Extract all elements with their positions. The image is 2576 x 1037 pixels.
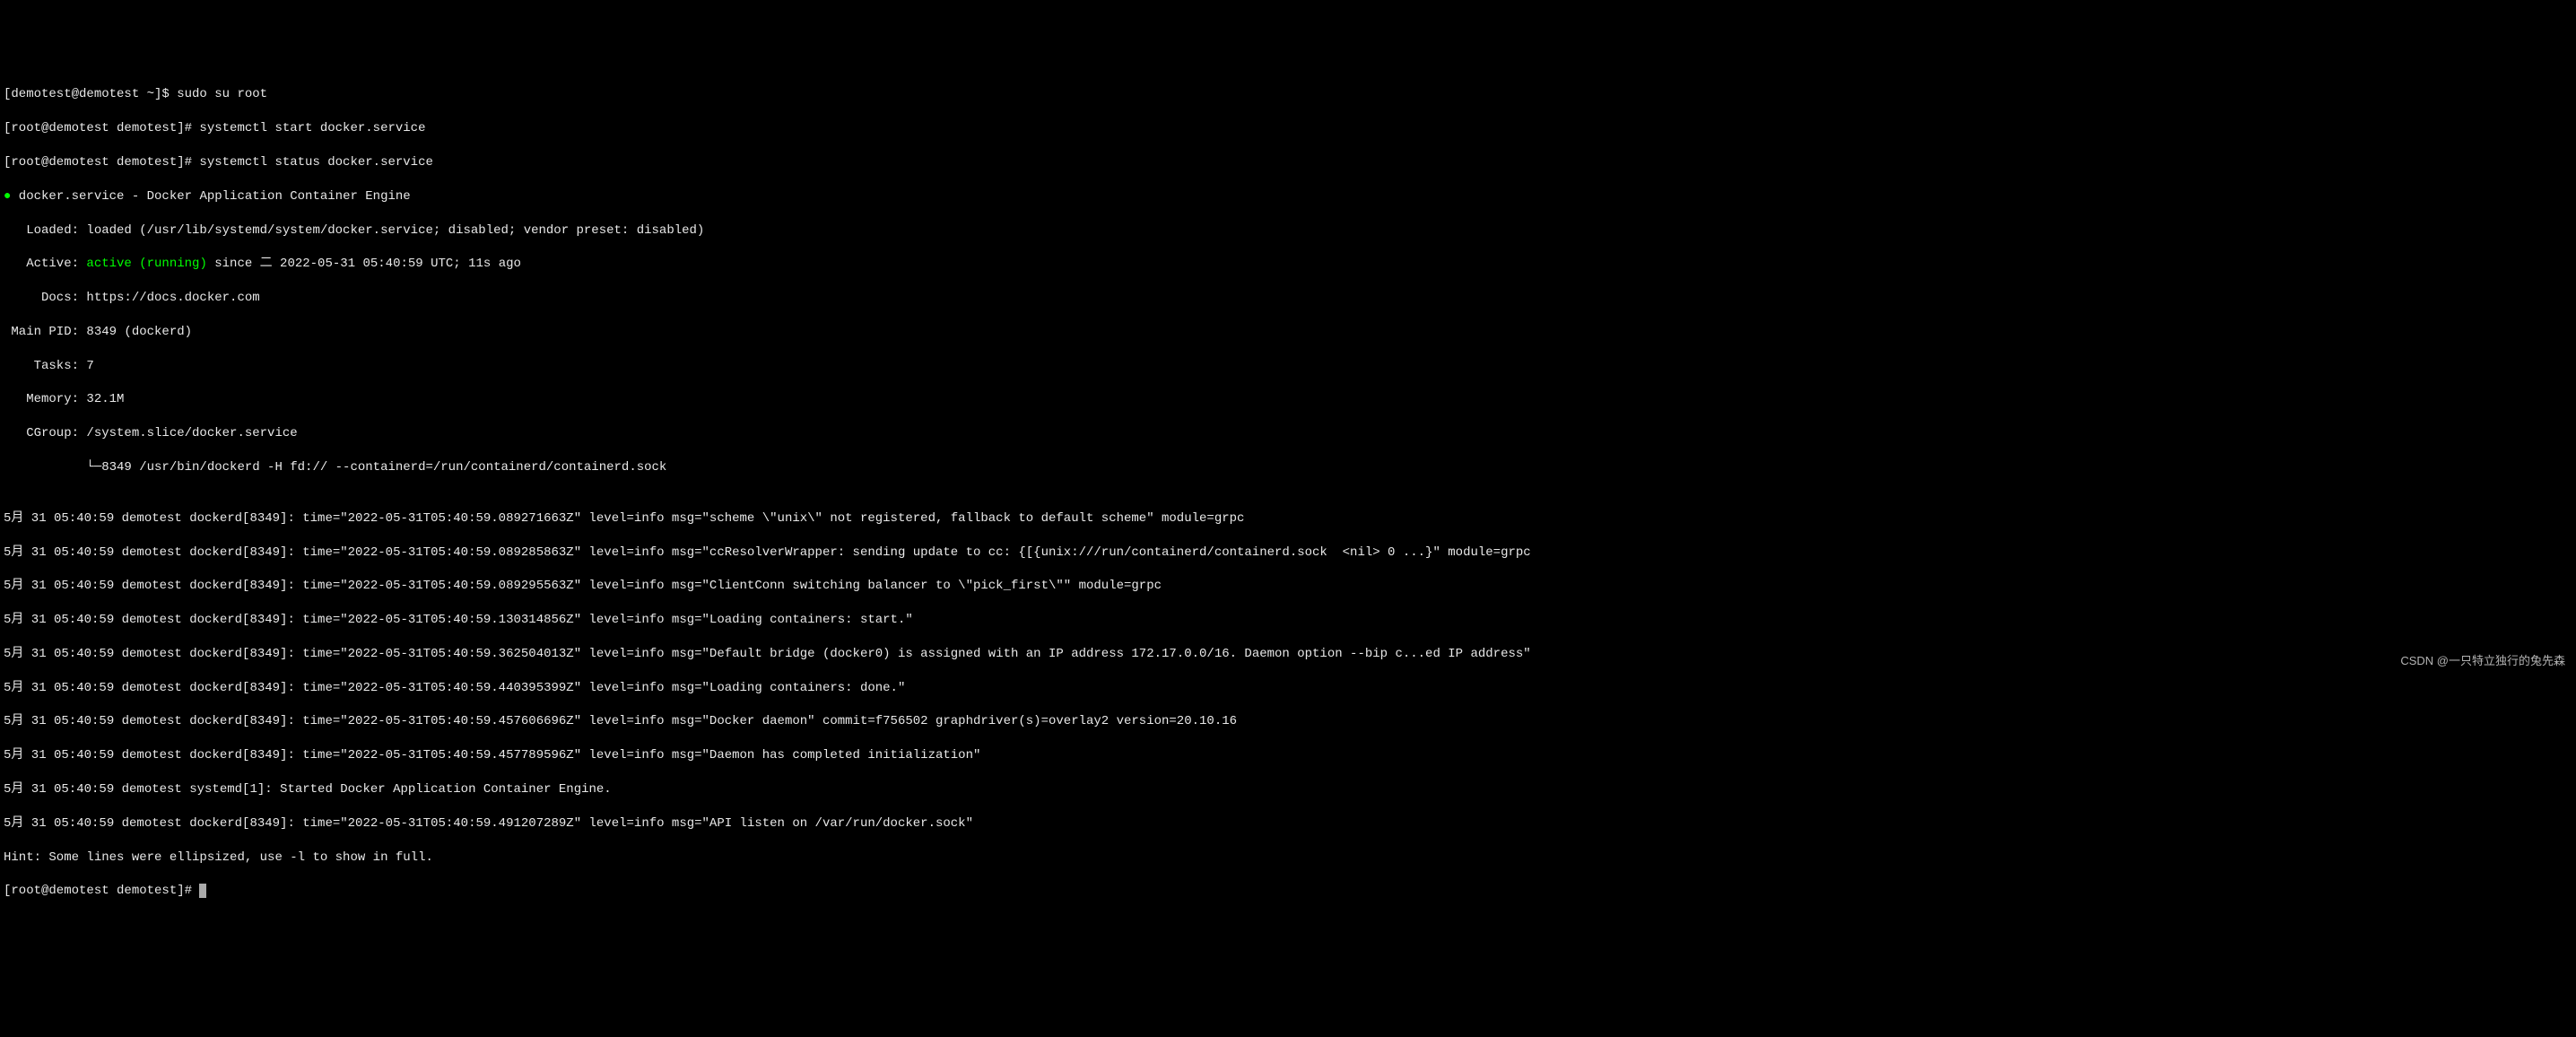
hint-line: Hint: Some lines were ellipsized, use -l… xyxy=(4,850,2572,867)
status-header-line: ● docker.service - Docker Application Co… xyxy=(4,188,2572,205)
log-line: 5月 31 05:40:59 demotest dockerd[8349]: t… xyxy=(4,815,2572,832)
status-pid-line: Main PID: 8349 (dockerd) xyxy=(4,324,2572,341)
log-line: 5月 31 05:40:59 demotest dockerd[8349]: t… xyxy=(4,680,2572,697)
prompt-line: [root@demotest demotest]# xyxy=(4,883,2572,900)
active-since-text: since 二 2022-05-31 05:40:59 UTC; 11s ago xyxy=(207,257,521,271)
watermark-text: CSDN @一只特立独行的兔先森 xyxy=(2400,653,2565,669)
status-docs-line: Docs: https://docs.docker.com xyxy=(4,290,2572,307)
cursor-icon xyxy=(199,884,206,898)
active-status-text: active (running) xyxy=(86,257,206,271)
active-label: Active: xyxy=(4,257,86,271)
prompt-line: [demotest@demotest ~]$ sudo su root xyxy=(4,86,2572,103)
status-active-line: Active: active (running) since 二 2022-05… xyxy=(4,256,2572,273)
terminal-output[interactable]: [demotest@demotest ~]$ sudo su root [roo… xyxy=(4,70,2572,918)
status-process-line: └─8349 /usr/bin/dockerd -H fd:// --conta… xyxy=(4,459,2572,476)
status-cgroup-line: CGroup: /system.slice/docker.service xyxy=(4,425,2572,442)
log-line: 5月 31 05:40:59 demotest systemd[1]: Star… xyxy=(4,781,2572,798)
log-line: 5月 31 05:40:59 demotest dockerd[8349]: t… xyxy=(4,646,2572,663)
command-line: [root@demotest demotest]# systemctl star… xyxy=(4,120,2572,137)
status-loaded-line: Loaded: loaded (/usr/lib/systemd/system/… xyxy=(4,222,2572,240)
status-tasks-line: Tasks: 7 xyxy=(4,358,2572,375)
log-line: 5月 31 05:40:59 demotest dockerd[8349]: t… xyxy=(4,713,2572,730)
status-memory-line: Memory: 32.1M xyxy=(4,391,2572,408)
log-line: 5月 31 05:40:59 demotest dockerd[8349]: t… xyxy=(4,545,2572,562)
log-line: 5月 31 05:40:59 demotest dockerd[8349]: t… xyxy=(4,747,2572,764)
command-line: [root@demotest demotest]# systemctl stat… xyxy=(4,154,2572,171)
log-line: 5月 31 05:40:59 demotest dockerd[8349]: t… xyxy=(4,510,2572,527)
log-line: 5月 31 05:40:59 demotest dockerd[8349]: t… xyxy=(4,578,2572,595)
prompt-text: [root@demotest demotest]# xyxy=(4,884,199,898)
service-name-text: docker.service - Docker Application Cont… xyxy=(11,189,410,204)
log-line: 5月 31 05:40:59 demotest dockerd[8349]: t… xyxy=(4,612,2572,629)
